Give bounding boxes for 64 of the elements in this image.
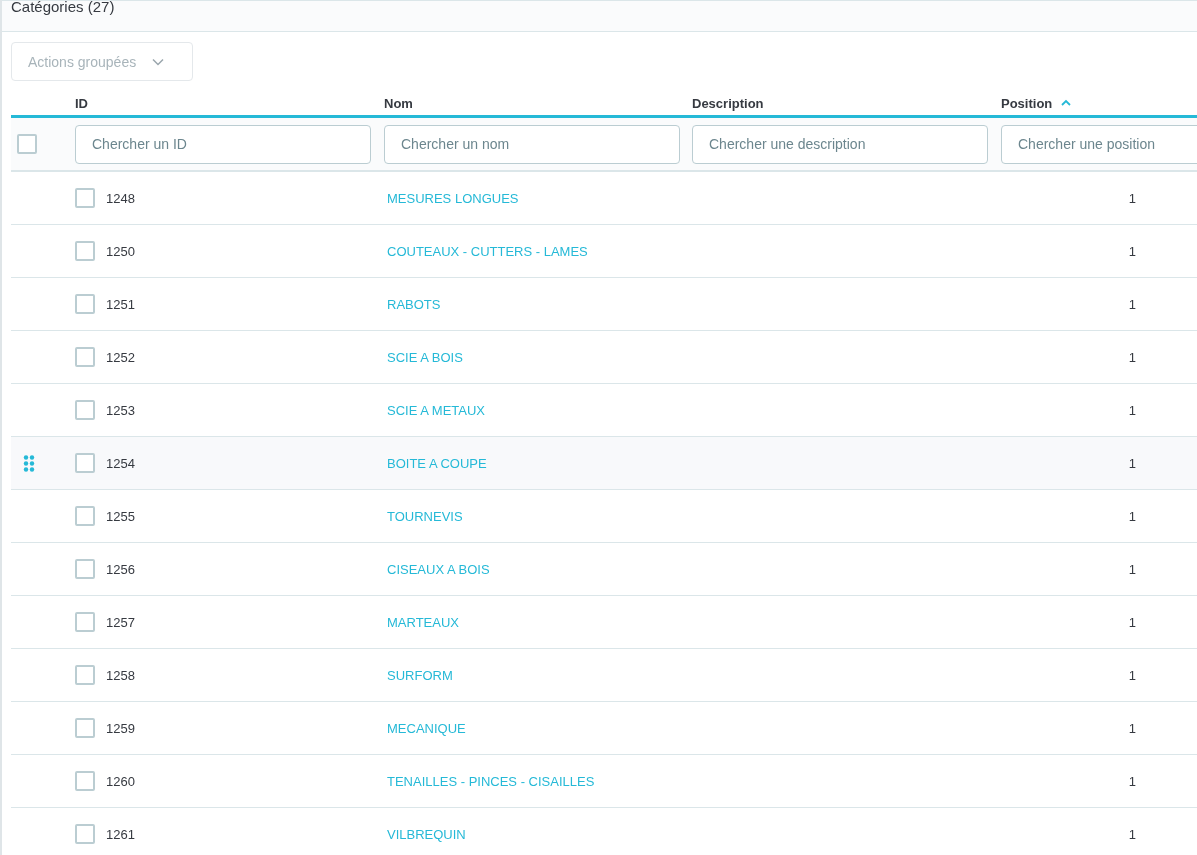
panel-title: Catégories (27) bbox=[11, 0, 115, 15]
id-cell: 1254 bbox=[106, 455, 135, 471]
drag-handle-icon[interactable] bbox=[23, 454, 35, 472]
position-cell: 1 bbox=[1128, 668, 1136, 683]
sort-caret-icon bbox=[1061, 99, 1072, 107]
table-row[interactable]: 1257 MARTEAUX 1 bbox=[11, 596, 1197, 649]
column-sort-header[interactable]: Description bbox=[692, 95, 764, 111]
filter-field[interactable]: Chercher une description bbox=[692, 124, 988, 164]
row-checkbox[interactable] bbox=[75, 665, 95, 685]
row-checkbox[interactable] bbox=[75, 718, 95, 738]
column-sort-header[interactable]: Position bbox=[1001, 95, 1072, 111]
table-row[interactable]: 1254 BOITE A COUPE 1 bbox=[11, 437, 1197, 490]
table-row[interactable]: 1255 TOURNEVIS 1 bbox=[11, 490, 1197, 543]
row-checkbox[interactable] bbox=[75, 824, 95, 844]
position-cell: 1 bbox=[1128, 615, 1136, 630]
id-cell: 1257 bbox=[106, 614, 135, 630]
id-cell: 1261 bbox=[106, 826, 135, 842]
row-checkbox[interactable] bbox=[75, 453, 95, 473]
row-checkbox[interactable] bbox=[75, 347, 95, 367]
row-checkbox[interactable] bbox=[75, 506, 95, 526]
table-row[interactable]: 1258 SURFORM 1 bbox=[11, 649, 1197, 702]
id-cell: 1252 bbox=[106, 349, 135, 365]
position-cell: 1 bbox=[1128, 827, 1136, 842]
filter-field[interactable]: Chercher une position bbox=[1001, 124, 1197, 164]
position-cell: 1 bbox=[1128, 562, 1136, 577]
id-cell: 1255 bbox=[106, 508, 135, 524]
id-cell: 1250 bbox=[106, 243, 135, 259]
row-checkbox[interactable] bbox=[75, 188, 95, 208]
chevron-down-icon bbox=[152, 57, 165, 66]
table-row[interactable]: 1260 TENAILLES - PINCES - CISAILLES 1 bbox=[11, 755, 1197, 808]
id-cell: 1256 bbox=[106, 561, 135, 577]
column-sort-header[interactable]: ID bbox=[75, 95, 88, 111]
row-checkbox[interactable] bbox=[75, 241, 95, 261]
filter-field[interactable]: Chercher un ID bbox=[75, 124, 371, 164]
table-row[interactable]: 1259 MECANIQUE 1 bbox=[11, 702, 1197, 755]
id-cell: 1260 bbox=[106, 773, 135, 789]
position-cell: 1 bbox=[1128, 721, 1136, 736]
row-checkbox[interactable] bbox=[75, 559, 95, 579]
id-cell: 1259 bbox=[106, 720, 135, 736]
row-checkbox[interactable] bbox=[75, 612, 95, 632]
table-row[interactable]: 1251 RABOTS 1 bbox=[11, 278, 1197, 331]
column-sort-header[interactable]: Nom bbox=[384, 95, 413, 111]
position-cell: 1 bbox=[1128, 509, 1136, 524]
table-row[interactable]: 1261 VILBREQUIN 1 bbox=[11, 808, 1197, 855]
position-cell: 1 bbox=[1128, 350, 1136, 365]
select-all-checkbox[interactable] bbox=[17, 134, 37, 154]
position-cell: 1 bbox=[1128, 774, 1136, 789]
filter-field[interactable]: Chercher un nom bbox=[384, 124, 680, 164]
id-cell: 1253 bbox=[106, 402, 135, 418]
row-checkbox[interactable] bbox=[75, 400, 95, 420]
id-cell: 1248 bbox=[106, 190, 135, 206]
position-cell: 1 bbox=[1128, 456, 1136, 471]
table-row[interactable]: 1256 CISEAUX A BOIS 1 bbox=[11, 543, 1197, 596]
position-cell: 1 bbox=[1128, 191, 1136, 206]
id-cell: 1258 bbox=[106, 667, 135, 683]
position-cell: 1 bbox=[1128, 297, 1136, 312]
id-cell: 1251 bbox=[106, 296, 135, 312]
row-checkbox[interactable] bbox=[75, 294, 95, 314]
position-cell: 1 bbox=[1128, 403, 1136, 418]
table-row[interactable]: 1252 SCIE A BOIS 1 bbox=[11, 331, 1197, 384]
table-row[interactable]: 1248 MESURES LONGUES 1 bbox=[11, 172, 1197, 225]
row-checkbox[interactable] bbox=[75, 771, 95, 791]
position-cell: 1 bbox=[1128, 244, 1136, 259]
table-row[interactable]: 1250 COUTEAUX - CUTTERS - LAMES 1 bbox=[11, 225, 1197, 278]
